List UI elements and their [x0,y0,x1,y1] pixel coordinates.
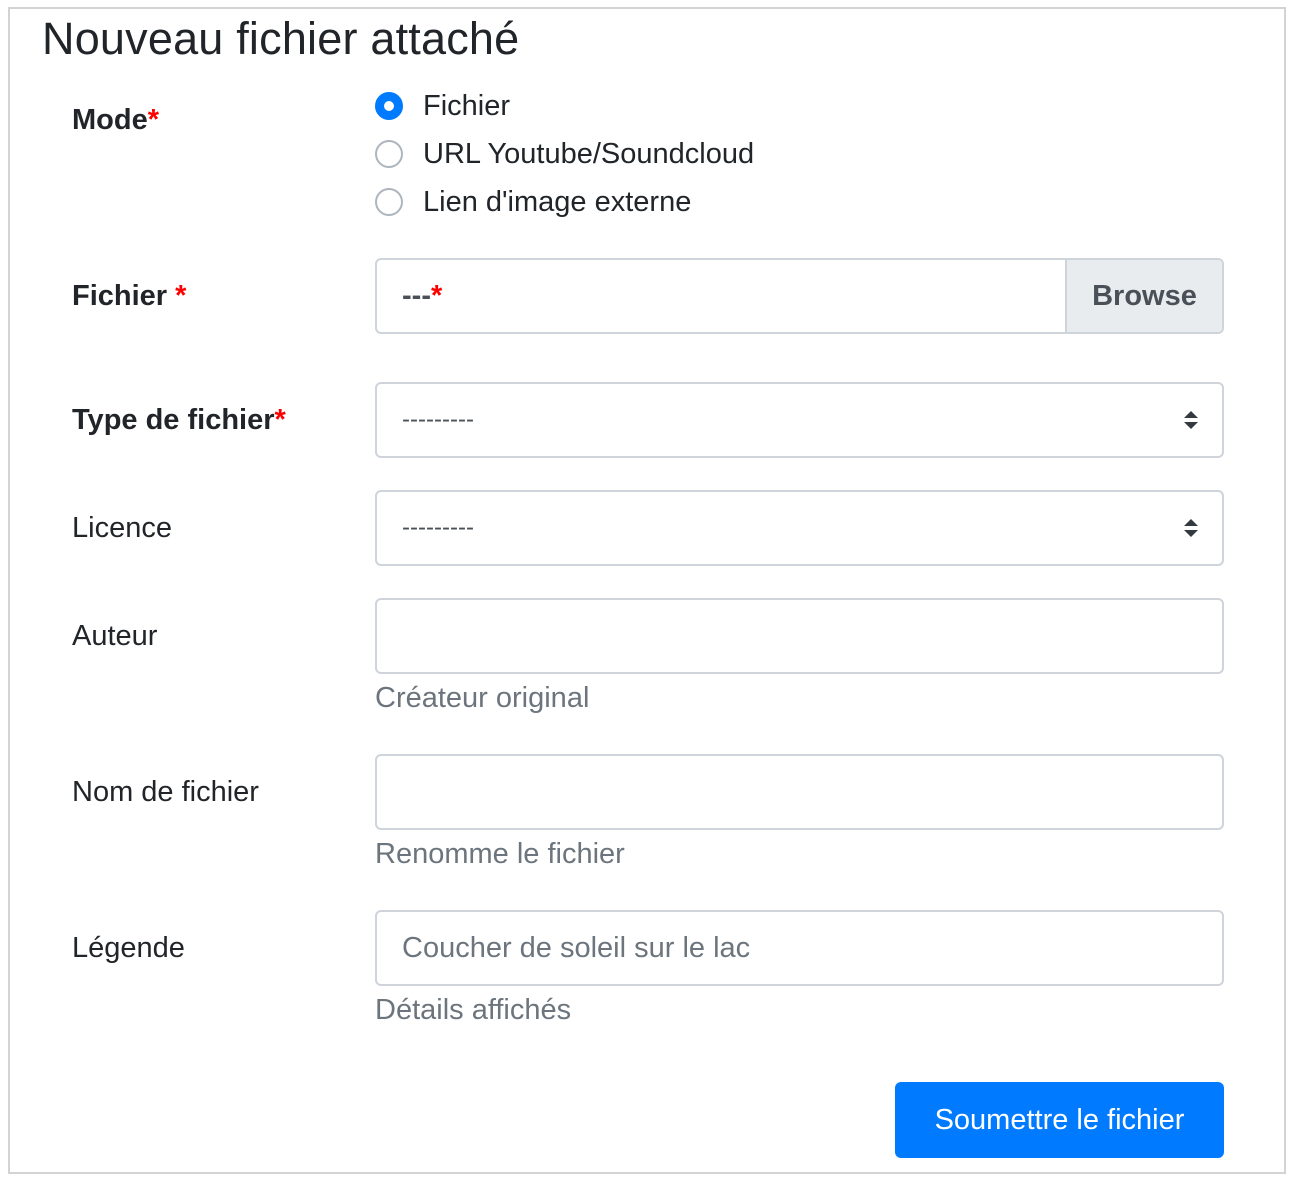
author-field-wrapper [375,598,1224,674]
file-type-selected-value: --------- [402,406,474,433]
required-marker: * [430,280,443,312]
caption-field-wrapper [375,910,1224,986]
select-arrows-icon [1184,411,1198,429]
caption-input[interactable] [377,912,1222,984]
radio-button[interactable] [375,140,403,168]
radio-button[interactable] [375,188,403,216]
submit-file-button[interactable]: Soumettre le fichier [895,1082,1224,1158]
filename-help-text: Renomme le fichier [375,838,625,870]
browse-button[interactable]: Browse [1065,260,1222,332]
filename-field-wrapper [375,754,1224,830]
filename-label: Nom de fichier [72,776,259,808]
required-marker: * [175,280,187,312]
license-selected-value: --------- [402,514,474,541]
file-label: Fichier * [72,280,187,312]
author-label: Auteur [72,620,158,652]
mode-option-external-image[interactable]: Lien d'image externe [375,185,691,219]
license-label: Licence [72,512,172,544]
mode-option-file[interactable]: Fichier [375,89,510,123]
mode-option-url[interactable]: URL Youtube/Soundcloud [375,137,754,171]
mode-label: Mode* [72,104,160,136]
author-input[interactable] [377,600,1222,672]
author-help-text: Créateur original [375,682,590,714]
license-select[interactable]: --------- [375,490,1224,566]
select-arrows-icon [1184,519,1198,537]
file-picker[interactable]: ---* Browse [375,258,1224,334]
required-marker: * [147,104,160,136]
file-type-select[interactable]: --------- [375,382,1224,458]
mode-option-label: Fichier [423,90,511,122]
page-title: Nouveau fichier attaché [42,13,520,64]
required-marker: * [274,404,286,436]
radio-button-checked[interactable] [375,92,403,120]
filename-input[interactable] [377,756,1222,828]
mode-option-label: Lien d'image externe [423,186,692,218]
file-type-label: Type de fichier* [72,404,286,436]
caption-label: Légende [72,932,185,964]
mode-option-label: URL Youtube/Soundcloud [423,138,755,170]
attachment-form-panel [8,7,1286,1174]
caption-help-text: Détails affichés [375,994,572,1026]
file-picker-text: ---* [402,280,443,312]
